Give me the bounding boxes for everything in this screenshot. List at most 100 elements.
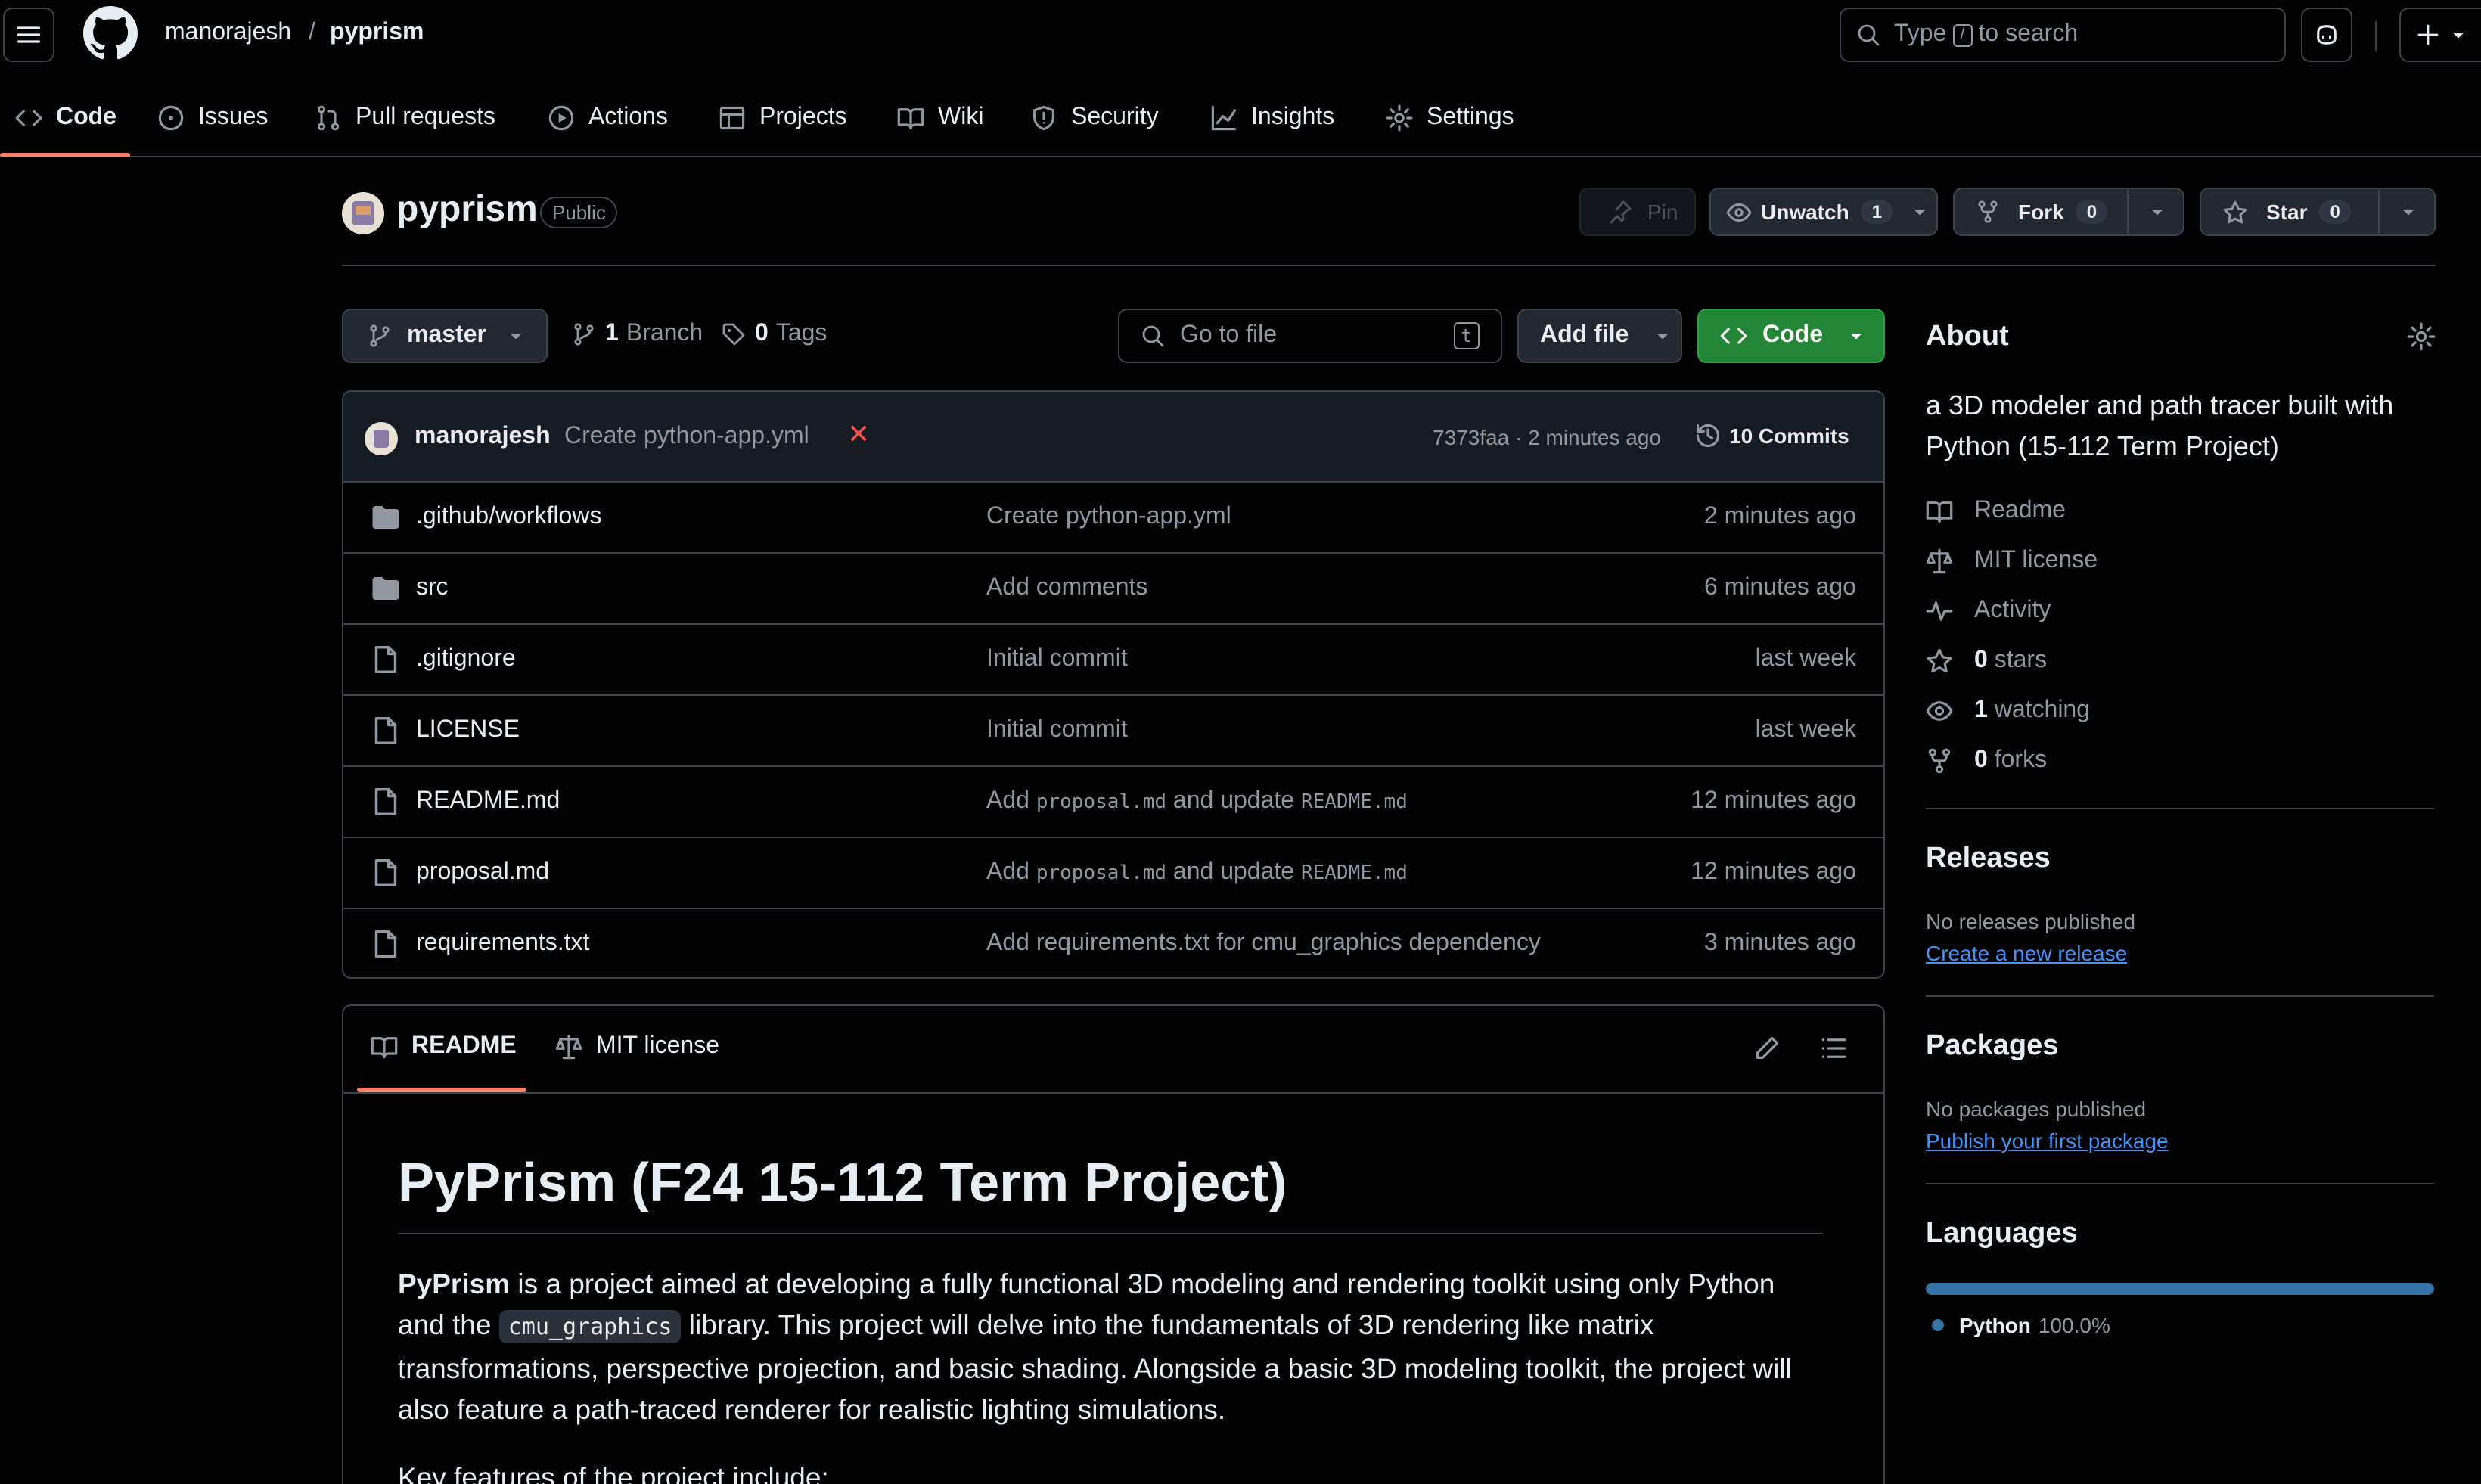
- create-release-link[interactable]: Create a new release: [1926, 941, 2127, 965]
- inline-code: README.md: [1300, 862, 1408, 885]
- chevron-down-icon[interactable]: [2399, 203, 2417, 221]
- tab-issues[interactable]: Issues: [157, 100, 269, 136]
- pin-label: Pin: [1647, 200, 1678, 224]
- issue-icon: [158, 105, 184, 131]
- commit-message[interactable]: Create python-app.yml: [564, 424, 809, 451]
- fork-icon: [1978, 200, 1998, 223]
- pin-button[interactable]: Pin: [1579, 188, 1696, 236]
- search-prefix: Type: [1894, 21, 1947, 47]
- avatar[interactable]: [365, 422, 398, 455]
- github-logo[interactable]: [83, 6, 138, 61]
- breadcrumb-repo[interactable]: pyprism: [330, 20, 424, 47]
- sidebar-license-link[interactable]: MIT license: [1926, 545, 2098, 578]
- add-file-label: Add file: [1540, 322, 1629, 348]
- inline-code: proposal.md: [1036, 791, 1167, 814]
- repo-avatar[interactable]: [342, 192, 384, 234]
- file-name[interactable]: requirements.txt: [416, 930, 589, 958]
- file-commit-message[interactable]: Add proposal.md and update README.md: [986, 859, 1408, 886]
- tab-label: Security: [1071, 104, 1159, 130]
- tab-settings[interactable]: Settings: [1386, 100, 1514, 136]
- file-icon: [374, 717, 397, 744]
- tab-label: Wiki: [938, 104, 984, 130]
- unwatch-button[interactable]: Unwatch 1: [1709, 188, 1938, 236]
- file-row[interactable]: .gitignore Initial commit last week: [343, 625, 1883, 696]
- add-file-button[interactable]: Add file: [1517, 309, 1682, 363]
- fork-label: Fork: [2018, 200, 2064, 224]
- branches-link[interactable]: 1 Branch: [572, 321, 703, 348]
- file-row[interactable]: src Add comments 6 minutes ago: [343, 554, 1883, 625]
- repo-name[interactable]: pyprism: [396, 189, 538, 231]
- packages-heading[interactable]: Packages: [1926, 1030, 2058, 1063]
- publish-package-link[interactable]: Publish your first package: [1926, 1129, 2169, 1153]
- tab-actions[interactable]: Actions: [548, 100, 668, 136]
- tab-pull-requests[interactable]: Pull requests: [315, 100, 495, 136]
- file-row[interactable]: LICENSE Initial commit last week: [343, 696, 1883, 767]
- fork-button[interactable]: Fork 0: [1953, 188, 2184, 236]
- tab-label: Settings: [1427, 104, 1514, 130]
- copilot-button[interactable]: [2301, 8, 2352, 62]
- file-name[interactable]: .github/workflows: [416, 504, 601, 531]
- tab-label: Issues: [198, 104, 269, 130]
- tab-readme[interactable]: README: [371, 1033, 517, 1060]
- commits-history-link[interactable]: 10 Commits: [1694, 422, 1849, 449]
- sidebar-forks-link[interactable]: 0 forks: [1926, 744, 2047, 778]
- table-icon: [719, 106, 745, 130]
- language-python[interactable]: Python 100.0%: [1932, 1313, 2110, 1337]
- file-row[interactable]: README.md Add proposal.md and update READ…: [343, 767, 1883, 838]
- tab-code[interactable]: Code: [15, 100, 116, 136]
- chevron-down-icon: [1914, 210, 1926, 216]
- file-name[interactable]: .gitignore: [416, 646, 516, 673]
- file-row[interactable]: .github/workflows Create python-app.yml 2 …: [343, 483, 1883, 554]
- tags-link[interactable]: 0 Tags: [722, 321, 827, 348]
- commit-author[interactable]: manorajesh: [415, 424, 551, 451]
- search-input[interactable]: Type / to search: [1840, 8, 2286, 62]
- sidebar-stars-link[interactable]: 0 stars: [1926, 644, 2047, 678]
- file-name[interactable]: src: [416, 575, 449, 602]
- releases-heading[interactable]: Releases: [1926, 843, 2051, 876]
- sidebar-divider: [1926, 1183, 2434, 1184]
- sidebar-watching-link[interactable]: 1 watching: [1926, 694, 2090, 728]
- tab-security[interactable]: Security: [1030, 100, 1159, 136]
- create-new-button[interactable]: [2399, 8, 2481, 62]
- sidebar-readme-link[interactable]: Readme: [1926, 495, 2066, 528]
- tab-insights[interactable]: Insights: [1210, 100, 1334, 136]
- file-commit-message[interactable]: Create python-app.yml: [986, 504, 1231, 531]
- readme-title-divider: [398, 1233, 1823, 1234]
- history-icon: [1696, 424, 1720, 448]
- edit-pencil-icon[interactable]: [1753, 1035, 1781, 1062]
- tab-projects[interactable]: Projects: [719, 100, 847, 136]
- tab-label: Projects: [759, 104, 847, 130]
- menu-button[interactable]: [3, 8, 54, 62]
- commit-status-failed-icon[interactable]: ✕: [847, 419, 870, 451]
- about-description: a 3D modeler and path tracer built with …: [1926, 390, 2394, 461]
- plus-icon: [2417, 24, 2439, 45]
- tab-license[interactable]: MIT license: [555, 1033, 719, 1060]
- commits-count: 10 Commits: [1729, 424, 1849, 448]
- tab-wiki[interactable]: Wiki: [897, 100, 983, 136]
- gear-icon[interactable]: [2407, 322, 2436, 351]
- languages-heading: Languages: [1926, 1218, 2078, 1250]
- commit-hash-time[interactable]: 7373faa · 2 minutes ago: [1433, 425, 1661, 449]
- file-name[interactable]: LICENSE: [416, 717, 520, 744]
- sidebar-readme-label: Readme: [1974, 498, 2066, 523]
- file-commit-message[interactable]: Add comments: [986, 575, 1147, 602]
- file-row[interactable]: proposal.md Add proposal.md and update RE…: [343, 838, 1883, 909]
- visibility-badge: Public: [540, 197, 618, 228]
- file-commit-message[interactable]: Add requirements.txt for cmu_graphics de…: [986, 930, 1541, 958]
- breadcrumb-owner[interactable]: manorajesh: [165, 20, 291, 47]
- file-row[interactable]: requirements.txt Add requirements.txt for…: [343, 909, 1883, 977]
- file-name[interactable]: proposal.md: [416, 859, 549, 886]
- branch-selector[interactable]: master: [342, 309, 548, 363]
- sidebar-activity-link[interactable]: Activity: [1926, 595, 2051, 628]
- file-commit-message[interactable]: Add proposal.md and update README.md: [986, 788, 1408, 815]
- file-name[interactable]: README.md: [416, 788, 560, 815]
- outline-list-icon[interactable]: [1820, 1035, 1847, 1062]
- chevron-down-icon[interactable]: [2148, 203, 2166, 221]
- go-to-file-input[interactable]: Go to file t: [1118, 309, 1502, 363]
- star-button[interactable]: Star 0: [2200, 188, 2436, 236]
- copilot-icon: [2317, 25, 2337, 45]
- selected-tab-underline: [0, 153, 130, 157]
- file-commit-message[interactable]: Initial commit: [986, 646, 1128, 673]
- file-commit-message[interactable]: Initial commit: [986, 717, 1128, 744]
- code-button[interactable]: Code: [1697, 309, 1885, 363]
